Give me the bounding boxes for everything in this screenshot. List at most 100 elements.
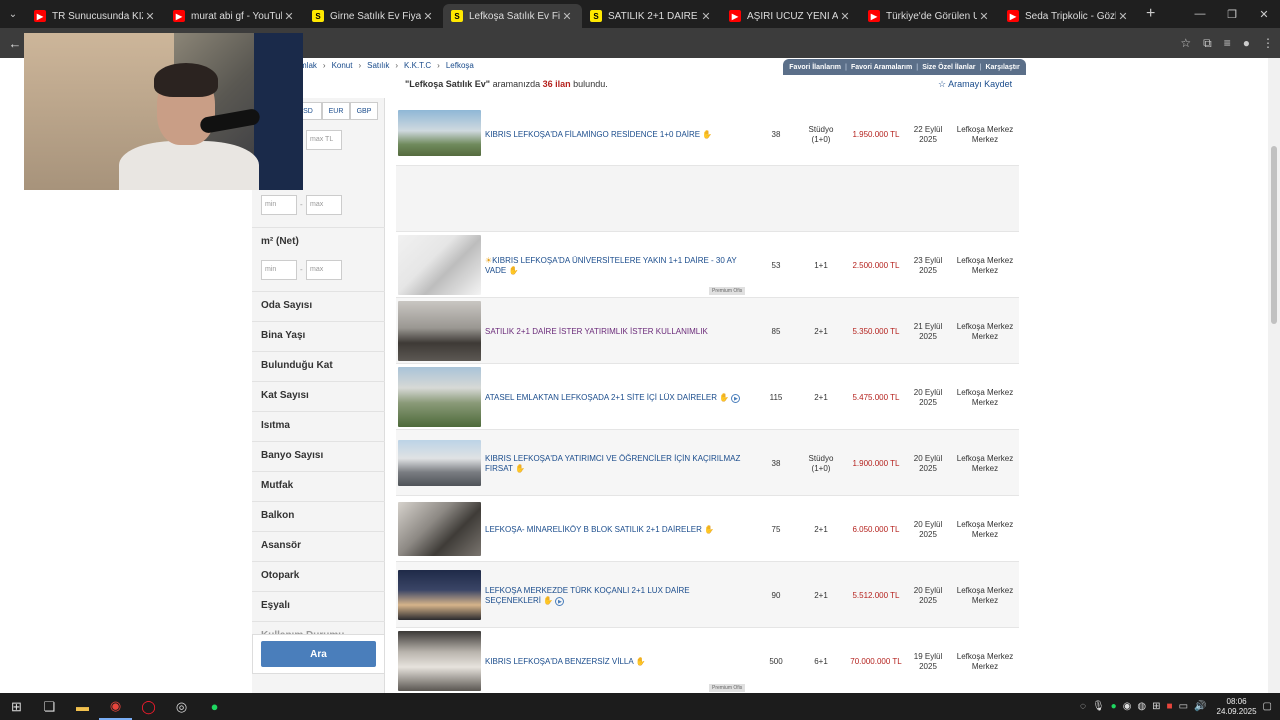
gross-m2-min-input[interactable]: min [261,195,297,215]
close-tab-icon[interactable]: ✕ [1116,10,1130,23]
tab-7[interactable]: ▶Seda Tripkolic - Gözlerine✕ [999,4,1138,28]
tab-0[interactable]: ▶TR Sunucusunda KIZ SESİ✕ [26,4,165,28]
filter-room-count[interactable]: Oda Sayısı [252,291,385,321]
favorite-searches-link[interactable]: Favori Aramalarım [851,64,912,71]
tab-3[interactable]: SLefkoşa Satılık Ev Fiyatları✕ [443,4,582,28]
close-tab-icon[interactable]: ✕ [699,10,713,23]
filter-heating[interactable]: Isıtma [252,411,385,441]
listing-row[interactable]: KIBRIS LEFKOŞA'DA YATIRIMCI VE ÖĞRENCİLE… [396,430,1019,496]
listing-title[interactable]: ATASEL EMLAKTAN LEFKOŞADA 2+1 SİTE İÇİ L… [485,393,717,402]
filter-kitchen[interactable]: Mutfak [252,471,385,501]
search-button[interactable]: Ara [261,641,376,667]
gross-m2-max-input[interactable]: max [306,195,342,215]
listing-row[interactable]: KIBRIS LEFKOŞA'DA BENZERSİZ VİLLA ✋ Prem… [396,628,1019,693]
filter-building-age[interactable]: Bina Yaşı [252,321,385,351]
favorite-listings-link[interactable]: Favori İlanlarım [789,64,841,71]
windows-security-icon[interactable]: ⊞ [1152,701,1160,712]
microphone-icon[interactable]: 🎙 [1092,701,1105,712]
scrollbar-thumb[interactable] [1271,146,1277,324]
listing-row[interactable]: LEFKOŞA MERKEZDE TÜRK KOÇANLI 2+1 LUX DA… [396,562,1019,628]
toolbar-actions: ☆ ⧉ ≡ ● ⋮ [1180,28,1274,58]
close-tab-icon[interactable]: ✕ [838,10,852,23]
tray-app-icon[interactable]: ■ [1167,701,1173,712]
spotify-icon[interactable]: ● [198,693,231,720]
minimize-icon[interactable]: — [1184,0,1216,28]
media-controls-icon[interactable]: ≡ [1224,36,1231,50]
listing-row[interactable]: SATILIK 2+1 DAİRE İSTER YATIRIMLIK İSTER… [396,298,1019,364]
task-view-icon[interactable]: ❏ [33,693,66,720]
notifications-icon[interactable]: ▢ [1263,701,1272,712]
listing-row[interactable]: ATASEL EMLAKTAN LEFKOŞADA 2+1 SİTE İÇİ L… [396,364,1019,430]
compare-link[interactable]: Karşılaştır [985,64,1019,71]
video-play-icon[interactable]: ▶ [731,394,741,403]
extensions-icon[interactable]: ⧉ [1203,36,1212,51]
listing-row[interactable]: ☀KIBRIS LEFKOŞA'DA ÜNİVERSİTELERE YAKIN … [396,232,1019,298]
tray-app-icon[interactable]: ◌ [1080,701,1086,712]
tab-2[interactable]: SGirne Satılık Ev Fiyatları sa✕ [304,4,443,28]
save-search-link[interactable]: ☆ Aramayı Kaydet [938,79,1012,90]
filter-bathroom-count[interactable]: Banyo Sayısı [252,441,385,471]
close-tab-icon[interactable]: ✕ [143,10,157,23]
clock[interactable]: 08:06 24.09.2025 [1217,697,1257,717]
opera-icon[interactable]: ◯ [132,693,165,720]
video-play-icon[interactable]: ▶ [555,597,565,606]
listing-thumbnail[interactable] [398,367,481,427]
close-window-icon[interactable]: ✕ [1248,0,1280,28]
listing-thumbnail[interactable] [398,570,481,620]
file-explorer-icon[interactable]: ▬ [66,693,99,720]
breadcrumb-item[interactable]: K.K.T.C [404,61,431,70]
close-tab-icon[interactable]: ✕ [282,10,296,23]
net-m2-min-input[interactable]: min [261,260,297,280]
listing-title[interactable]: KIBRIS LEFKOŞA'DA ÜNİVERSİTELERE YAKIN 1… [485,256,737,275]
tray-app-icon[interactable]: ◍ [1137,701,1146,712]
page-scrollbar[interactable] [1268,58,1280,693]
tab-1[interactable]: ▶ murat abi gf - YouTube ✕ [165,4,304,28]
price-max-input[interactable]: max TL [306,130,342,150]
close-tab-icon[interactable]: ✕ [560,10,574,23]
tray-app-icon[interactable]: ◉ [1123,701,1132,712]
listing-thumbnail[interactable] [398,631,481,691]
listing-thumbnail[interactable] [398,110,481,156]
breadcrumb-item[interactable]: Lefkoşa [446,61,474,70]
listing-title[interactable]: KIBRIS LEFKOŞA'DA FİLAMİNGO RESİDENCE 1+… [485,130,700,139]
chrome-icon[interactable]: ◉ [99,693,132,720]
listing-thumbnail[interactable] [398,440,481,486]
listing-thumbnail[interactable] [398,301,481,361]
special-listings-link[interactable]: Size Özel İlanlar [922,64,975,71]
breadcrumb-item[interactable]: Satılık [367,61,389,70]
listing-thumbnail[interactable] [398,235,481,295]
maximize-icon[interactable]: ❐ [1216,0,1248,28]
new-tab-icon[interactable]: + [1146,5,1155,23]
menu-kebab-icon[interactable]: ⋮ [1262,36,1274,50]
close-tab-icon[interactable]: ✕ [421,10,435,23]
filter-parking[interactable]: Otopark [252,561,385,591]
tab-6[interactable]: ▶Türkiye'de Görülen UFO !✕ [860,4,999,28]
tab-5[interactable]: ▶AŞIRI UCUZ YENİ ARABAN✕ [721,4,860,28]
listing-row[interactable]: KIBRIS LEFKOŞA'DA FİLAMİNGO RESİDENCE 1+… [396,100,1019,166]
bookmark-star-icon[interactable]: ☆ [1180,36,1191,50]
listing-title[interactable]: KIBRIS LEFKOŞA'DA BENZERSİZ VİLLA [485,657,633,666]
filter-elevator[interactable]: Asansör [252,531,385,561]
listing-title[interactable]: LEFKOŞA MERKEZDE TÜRK KOÇANLI 2+1 LUX DA… [485,586,690,605]
volume-icon[interactable]: 🔊 [1194,701,1206,712]
listing-row[interactable]: LEFKOŞA- MİNARELİKÖY B BLOK SATILIK 2+1 … [396,496,1019,562]
filter-floor[interactable]: Bulunduğu Kat [252,351,385,381]
obs-icon[interactable]: ◎ [165,693,198,720]
network-icon[interactable]: ▭ [1179,701,1188,712]
listing-title[interactable]: LEFKOŞA- MİNARELİKÖY B BLOK SATILIK 2+1 … [485,525,702,534]
tab-search-chevron-icon[interactable]: ⌄ [0,0,26,28]
filter-balcony[interactable]: Balkon [252,501,385,531]
profile-avatar-icon[interactable]: ● [1243,36,1250,50]
currency-gbp[interactable]: GBP [350,102,378,120]
windows-start-icon[interactable]: ⊞ [0,693,33,720]
net-m2-max-input[interactable]: max [306,260,342,280]
breadcrumb-item[interactable]: Konut [332,61,353,70]
filter-floor-count[interactable]: Kat Sayısı [252,381,385,411]
listing-title[interactable]: SATILIK 2+1 DAİRE İSTER YATIRIMLIK İSTER… [485,327,745,337]
spotify-tray-icon[interactable]: ● [1111,701,1117,712]
close-tab-icon[interactable]: ✕ [977,10,991,23]
tab-4[interactable]: SSATILIK 2+1 DAİRE İSTER✕ [582,4,721,28]
filter-furnished[interactable]: Eşyalı [252,591,385,621]
listing-thumbnail[interactable] [398,502,481,556]
currency-eur[interactable]: EUR [322,102,350,120]
